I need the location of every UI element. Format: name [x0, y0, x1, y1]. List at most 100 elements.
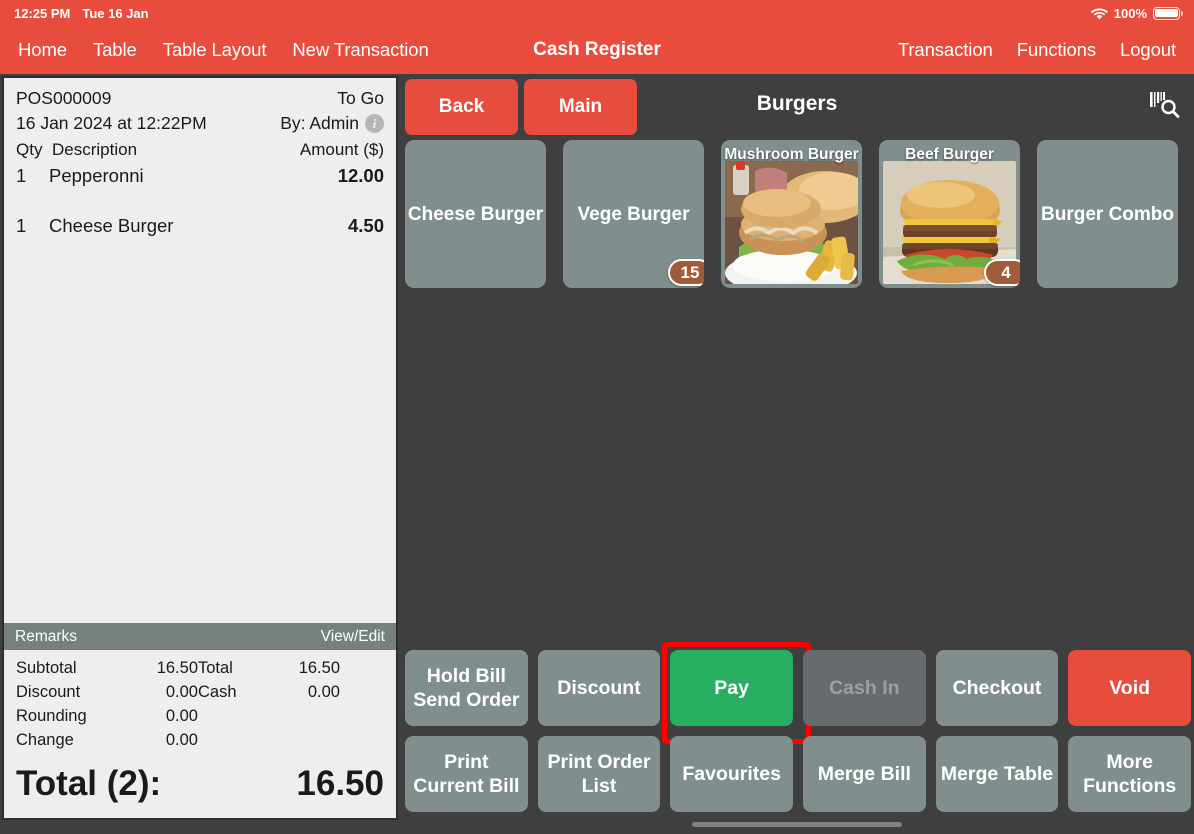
product-tile-label: Burger Combo	[1041, 203, 1174, 225]
wifi-icon	[1090, 7, 1108, 20]
status-bar-left: 12:25 PM Tue 16 Jan	[14, 6, 149, 21]
action-button-grid: Hold Bill Send Order Discount Pay Cash In…	[405, 642, 1191, 812]
remarks-bar[interactable]: Remarks View/Edit	[4, 623, 396, 650]
totals-value-total: 16.50	[298, 659, 340, 677]
ios-status-bar: 12:25 PM Tue 16 Jan 100%	[0, 0, 1194, 26]
product-tile-vege-burger[interactable]: Vege Burger 15	[563, 140, 704, 288]
home-indicator	[692, 822, 902, 827]
receipt-order-type: To Go	[337, 88, 384, 108]
receipt-header: POS000009 To Go 16 Jan 2024 at 12:22PM B…	[4, 78, 396, 136]
grand-total-value: 16.50	[296, 764, 384, 803]
totals-value-subtotal: 16.50	[156, 659, 198, 677]
totals-value-rounding: 0.00	[165, 707, 198, 725]
favourites-button[interactable]: Favourites	[670, 736, 793, 812]
more-functions-button[interactable]: More Functions	[1068, 736, 1191, 812]
column-header-qty: Qty	[16, 140, 43, 159]
discount-button[interactable]: Discount	[537, 650, 661, 726]
checkout-button[interactable]: Checkout	[935, 650, 1059, 726]
product-tile-label: Beef Burger	[905, 146, 994, 163]
print-current-bill-button[interactable]: Print Current Bill	[405, 736, 528, 812]
receipt-operator-group: By: Admin i	[280, 111, 384, 136]
receipt-header-row-2: 16 Jan 2024 at 12:22PM By: Admin i	[16, 111, 384, 136]
nav-item-functions[interactable]: Functions	[1017, 39, 1096, 61]
nav-right-group: Transaction Functions Logout	[898, 26, 1176, 74]
product-tile-cheese-burger[interactable]: Cheese Burger	[405, 140, 546, 288]
totals-label-cash: Cash	[198, 683, 237, 701]
catalog-nav-buttons: Back Main	[405, 79, 637, 135]
product-tile-label: Cheese Burger	[407, 203, 544, 225]
receipt-operator: By: Admin	[280, 113, 359, 133]
line-item-description: Cheese Burger	[49, 215, 174, 236]
totals-value-discount: 0.00	[165, 683, 198, 701]
info-icon[interactable]: i	[365, 114, 384, 133]
line-item-amount: 4.50	[347, 215, 384, 236]
void-button[interactable]: Void	[1068, 650, 1191, 726]
nav-item-table[interactable]: Table	[93, 39, 137, 61]
totals-label-total: Total	[198, 659, 233, 677]
totals-spacer-4	[262, 728, 340, 752]
receipt-line-item[interactable]: 1 Pepperonni 12.00	[16, 162, 384, 189]
print-order-list-button[interactable]: Print Order List	[537, 736, 661, 812]
remarks-label: Remarks	[15, 627, 78, 645]
pay-button[interactable]: Pay	[662, 642, 811, 744]
nav-item-home[interactable]: Home	[18, 39, 67, 61]
catalog-area: Burgers Back Main Cheese Burger Vege Bur…	[400, 76, 1194, 834]
grand-total-row: Total (2): 16.50	[4, 752, 396, 818]
battery-percent-label: 100%	[1113, 5, 1147, 21]
line-item-qty: 1	[16, 215, 27, 236]
receipt-panel: POS000009 To Go 16 Jan 2024 at 12:22PM B…	[2, 76, 398, 820]
product-tile-grid: Cheese Burger Vege Burger 15 Mushroom Bu…	[405, 140, 1191, 288]
totals-spacer-3	[198, 728, 262, 752]
catalog-header: Burgers Back Main	[400, 76, 1194, 135]
product-tile-beef-burger[interactable]: Beef Burger 4	[879, 140, 1020, 288]
column-header-amount: Amount ($)	[299, 140, 384, 159]
battery-full-icon	[1153, 6, 1183, 20]
receipt-order-number: POS000009	[16, 88, 112, 108]
totals-label-change: Change	[16, 731, 74, 749]
product-tile-label: Mushroom Burger	[724, 146, 859, 163]
status-date: Tue 16 Jan	[82, 5, 149, 21]
merge-table-button[interactable]: Merge Table	[935, 736, 1059, 812]
barcode-scan-search-icon[interactable]	[1148, 90, 1182, 120]
totals-section: Subtotal 16.50 Total 16.50 Discount 0.00…	[4, 650, 396, 752]
nav-left-group: Home Table Table Layout New Transaction	[18, 26, 429, 74]
cash-in-button: Cash In	[802, 650, 926, 726]
grand-total-label: Total (2):	[16, 764, 162, 803]
totals-label-discount: Discount	[16, 683, 81, 701]
totals-spacer-1	[198, 704, 262, 728]
back-button[interactable]: Back	[405, 79, 518, 135]
receipt-items-list[interactable]: 1 Pepperonni 12.00 1 Cheese Burger 4.50	[4, 162, 396, 623]
status-time: 12:25 PM	[14, 5, 71, 21]
receipt-line-item[interactable]: 1 Cheese Burger 4.50	[16, 212, 384, 239]
product-tile-burger-combo[interactable]: Burger Combo	[1037, 140, 1178, 288]
main-nav-bar: Cash Register Home Table Table Layout Ne…	[0, 26, 1194, 74]
totals-value-cash: 0.00	[307, 683, 340, 701]
line-item-group-separator	[16, 189, 384, 212]
nav-item-table-layout[interactable]: Table Layout	[163, 39, 267, 61]
product-image-mushroom-burger	[725, 161, 858, 284]
pos-app-window: 12:25 PM Tue 16 Jan 100% Cash Register H…	[0, 0, 1194, 834]
totals-value-change: 0.00	[165, 731, 198, 749]
line-item-qty: 1	[16, 165, 27, 186]
product-tile-mushroom-burger[interactable]: Mushroom Burger	[721, 140, 862, 288]
main-button[interactable]: Main	[524, 79, 637, 135]
line-item-amount: 12.00	[337, 165, 384, 186]
receipt-column-headers: Qty Description Amount ($)	[4, 136, 396, 162]
receipt-datetime: 16 Jan 2024 at 12:22PM	[16, 113, 207, 133]
status-bar-right: 100%	[1090, 5, 1183, 21]
nav-item-transaction[interactable]: Transaction	[898, 39, 993, 61]
remarks-view-edit-link[interactable]: View/Edit	[321, 628, 385, 646]
totals-label-subtotal: Subtotal	[16, 659, 77, 677]
product-stock-badge: 4	[984, 259, 1020, 286]
hold-bill-send-order-button[interactable]: Hold Bill Send Order	[405, 650, 528, 726]
product-stock-badge: 15	[668, 259, 704, 286]
column-header-description: Description	[52, 140, 138, 159]
product-tile-label: Vege Burger	[577, 203, 690, 225]
totals-label-rounding: Rounding	[16, 707, 87, 725]
nav-item-logout[interactable]: Logout	[1120, 39, 1176, 61]
nav-item-new-transaction[interactable]: New Transaction	[292, 39, 428, 61]
line-item-description: Pepperonni	[49, 165, 144, 186]
totals-spacer-2	[262, 704, 340, 728]
merge-bill-button[interactable]: Merge Bill	[802, 736, 926, 812]
top-bar: 12:25 PM Tue 16 Jan 100% Cash Register H…	[0, 0, 1194, 74]
